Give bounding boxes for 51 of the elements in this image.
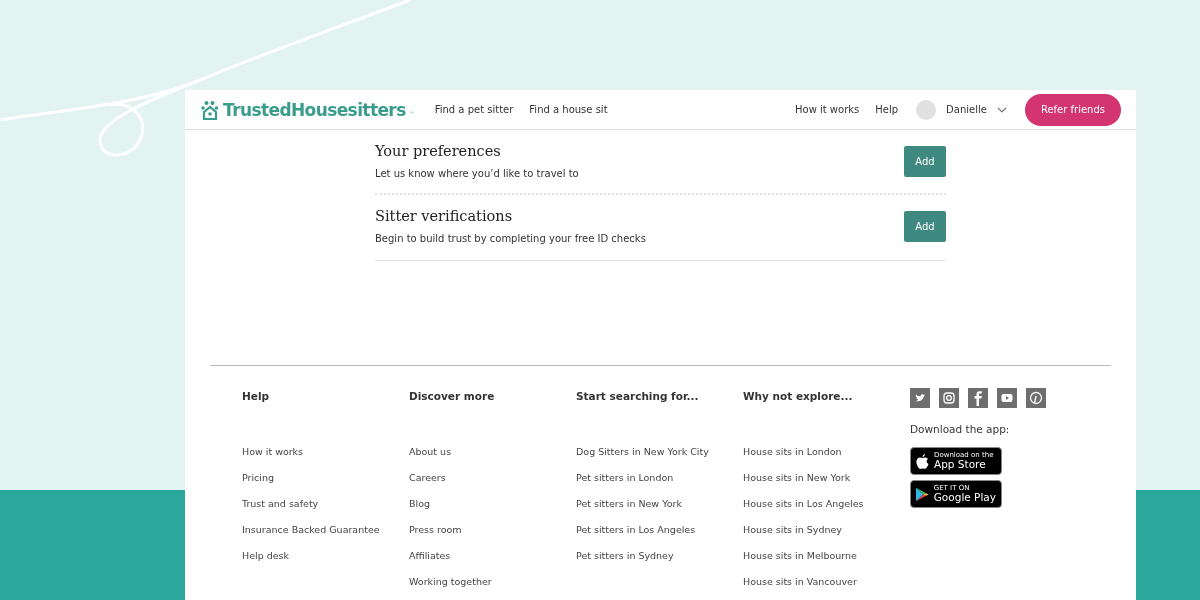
- footer-link[interactable]: Insurance Backed Guarantee: [242, 522, 392, 538]
- nav-link[interactable]: Find a pet sitter: [434, 104, 514, 115]
- facebook-icon[interactable]: [968, 388, 988, 408]
- refer-friends-button[interactable]: Refer friends: [1024, 93, 1121, 126]
- footer-heading: Help: [242, 389, 271, 404]
- nav-link[interactable]: Find a house sit: [529, 104, 608, 115]
- chevron-down-icon[interactable]: [996, 106, 1007, 113]
- nav-link[interactable]: How it works: [795, 104, 860, 115]
- footer-link[interactable]: House sits in Melbourne: [743, 548, 893, 564]
- footer-link[interactable]: Pet sitters in New York: [576, 496, 726, 512]
- youtube-icon[interactable]: [997, 388, 1017, 408]
- pinterest-icon[interactable]: [1026, 388, 1046, 408]
- footer-link[interactable]: Help desk: [242, 548, 392, 564]
- footer-heading: Start searching for...: [576, 389, 700, 404]
- add-button[interactable]: Add: [904, 145, 946, 177]
- instagram-icon[interactable]: [939, 388, 959, 408]
- footer-link[interactable]: House sits in New York: [743, 470, 893, 486]
- footer-link[interactable]: Working together: [409, 574, 559, 590]
- footer-heading: Why not explore...: [743, 389, 854, 404]
- footer-link[interactable]: Pet sitters in London: [576, 470, 726, 486]
- badge-title: App Store: [934, 459, 987, 470]
- section-description: Begin to build trust by completing your free ID checks: [375, 233, 646, 244]
- footer-heading: Discover more: [409, 389, 496, 404]
- footer-link[interactable]: House sits in London: [743, 444, 893, 460]
- footer-link[interactable]: House sits in Sydney: [743, 522, 893, 538]
- badge-title: Google Play: [933, 492, 996, 503]
- section-title: Your preferences: [375, 143, 502, 159]
- footer-link[interactable]: House sits in Los Angeles: [743, 496, 893, 512]
- footer-link[interactable]: Affiliates: [409, 548, 559, 564]
- logo-text: TrustedHousesitters: [223, 99, 406, 120]
- section-description: Let us know where you’d like to travel to: [375, 168, 579, 179]
- footer-link[interactable]: Careers: [409, 470, 559, 486]
- twitter-icon[interactable]: [910, 388, 930, 408]
- footer-link[interactable]: About us: [409, 444, 559, 460]
- footer-link[interactable]: Press room: [409, 522, 559, 538]
- footer-link[interactable]: How it works: [242, 444, 392, 460]
- paw-house-icon: [200, 99, 220, 120]
- nav-link[interactable]: Help: [875, 104, 899, 115]
- download-label: Download the app:: [910, 423, 1011, 435]
- apple-icon: [916, 453, 929, 469]
- footer-link[interactable]: Pet sitters in Sydney: [576, 548, 726, 564]
- user-name[interactable]: Danielle: [946, 104, 987, 115]
- footer-link[interactable]: Pet sitters in Los Angeles: [576, 522, 726, 538]
- add-button[interactable]: Add: [904, 210, 946, 242]
- section-title: Sitter verifications: [375, 208, 514, 224]
- footer-link[interactable]: House sits in Vancouver: [743, 574, 893, 590]
- footer-link[interactable]: Dog Sitters in New York City: [576, 444, 726, 460]
- footer-link[interactable]: Trust and safety: [242, 496, 392, 512]
- footer-link[interactable]: Pricing: [242, 470, 392, 486]
- play-triangle-icon: [916, 486, 929, 502]
- footer-link[interactable]: Blog: [409, 496, 559, 512]
